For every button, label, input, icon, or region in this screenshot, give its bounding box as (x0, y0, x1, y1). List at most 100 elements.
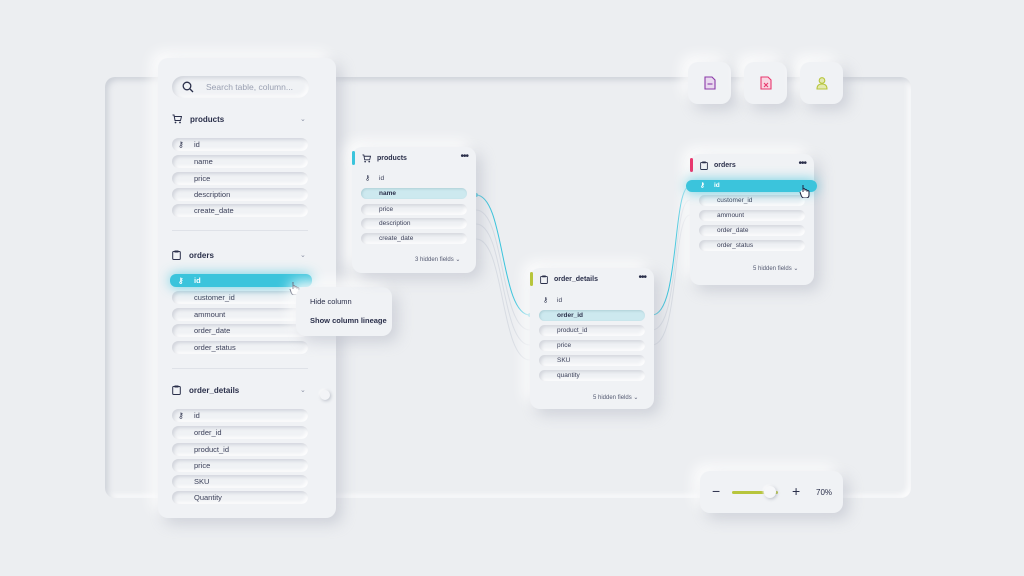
field-label: description (194, 190, 231, 199)
field-row[interactable]: ammount (172, 308, 308, 321)
hidden-fields-label: 3 hidden fields (415, 257, 454, 263)
field-row[interactable]: price (539, 340, 645, 351)
group-products[interactable]: products ⌄ (172, 114, 306, 124)
field-row-selected[interactable]: ⚷ id (686, 180, 817, 192)
field-row[interactable]: SKU (172, 475, 308, 488)
field-row-selected[interactable]: order_id (539, 310, 645, 321)
field-row[interactable]: order_status (172, 341, 308, 354)
chevron-down-icon[interactable]: ⌄ (300, 386, 306, 394)
cart-icon (362, 154, 371, 163)
card-title: order_details (540, 275, 598, 284)
chevron-down-icon[interactable]: ⌄ (300, 115, 306, 123)
chevron-down-icon: ⌄ (633, 395, 639, 401)
more-options-icon[interactable]: ••• (638, 272, 646, 283)
group-title-products: products (190, 114, 225, 124)
menu-item-hide-column[interactable]: Hide column (310, 297, 352, 306)
field-row[interactable]: ⚷ id (172, 409, 308, 422)
clipboard-icon (540, 275, 548, 284)
field-label: SKU (194, 477, 210, 486)
more-options-icon[interactable]: ••• (798, 158, 806, 169)
menu-item-show-lineage[interactable]: Show column lineage (310, 316, 387, 325)
field-label: product_id (194, 445, 230, 454)
file-delete-icon (759, 76, 772, 90)
field-label: ammount (194, 310, 226, 319)
group-order-details[interactable]: order_details ⌄ (172, 385, 306, 395)
field-label: order_id (557, 312, 584, 319)
search-input[interactable]: Search table, column... (172, 76, 309, 98)
table-color-bar (690, 158, 693, 172)
table-color-bar (530, 272, 533, 286)
field-label: order_id (194, 428, 222, 437)
field-label: name (379, 190, 396, 197)
field-label: Quantity (194, 493, 222, 502)
search-placeholder: Search table, column... (206, 82, 293, 92)
table-card-order-details[interactable]: order_details ••• ⚷ id order_id product_i… (530, 268, 654, 409)
field-row[interactable]: ammount (699, 210, 805, 221)
field-row[interactable]: create_date (361, 233, 467, 244)
field-label: id (194, 140, 200, 149)
field-row-selected[interactable]: name (361, 188, 467, 199)
group-title-order-details: order_details (189, 385, 240, 395)
field-label: price (194, 461, 211, 470)
field-row[interactable]: quantity (539, 370, 645, 381)
field-label: id (194, 411, 200, 420)
field-label: ammount (717, 212, 745, 219)
field-row[interactable]: ⚷ id (172, 138, 308, 151)
file-button[interactable] (688, 62, 731, 104)
field-row[interactable]: name (172, 155, 308, 168)
field-row[interactable]: price (172, 172, 308, 185)
clipboard-icon (172, 385, 181, 395)
field-row[interactable]: Quantity (172, 491, 308, 504)
field-row[interactable]: product_id (539, 325, 645, 336)
zoom-out-button[interactable]: − (712, 483, 720, 499)
field-row[interactable]: price (361, 204, 467, 215)
zoom-in-button[interactable]: + (792, 483, 800, 499)
field-row[interactable]: price (172, 459, 308, 472)
field-row[interactable]: SKU (539, 355, 645, 366)
key-icon: ⚷ (178, 276, 184, 285)
field-label: order_status (717, 242, 754, 249)
field-row[interactable]: customer_id (699, 195, 805, 206)
file-delete-button[interactable] (744, 62, 787, 104)
field-row[interactable]: customer_id (172, 291, 308, 304)
clipboard-icon (172, 250, 181, 260)
card-title: products (362, 154, 407, 163)
zoom-slider-handle[interactable] (764, 486, 776, 498)
field-label: id (379, 175, 385, 182)
hand-cursor-icon (799, 185, 810, 198)
lineage-connections (474, 184, 692, 361)
field-row[interactable]: product_id (172, 443, 308, 456)
field-label: id (714, 182, 720, 189)
field-row[interactable]: ⚷ id (361, 173, 467, 184)
field-label: price (194, 174, 211, 183)
chevron-down-icon[interactable]: ⌄ (300, 251, 306, 259)
field-label: price (557, 342, 572, 349)
more-options-icon[interactable]: ••• (460, 151, 468, 162)
hidden-fields-toggle[interactable]: 3 hidden fields ⌄ (415, 256, 460, 263)
field-label: order_status (194, 343, 236, 352)
field-row[interactable]: description (172, 188, 308, 201)
field-row[interactable]: order_date (172, 324, 308, 337)
field-label: id (557, 297, 563, 304)
field-row[interactable]: order_date (699, 225, 805, 236)
table-card-products[interactable]: products ••• ⚷ id name price description … (352, 147, 476, 273)
field-label: customer_id (717, 197, 753, 204)
hidden-fields-toggle[interactable]: 5 hidden fields ⌄ (753, 265, 798, 272)
field-row[interactable]: ⚷ id (539, 295, 645, 306)
field-row[interactable]: order_id (172, 426, 308, 439)
hidden-fields-label: 5 hidden fields (753, 266, 792, 272)
group-orders[interactable]: orders ⌄ (172, 250, 306, 260)
chevron-down-icon: ⌄ (793, 266, 799, 272)
user-button[interactable] (800, 62, 843, 104)
field-row[interactable]: create_date (172, 204, 308, 217)
field-label: order_date (717, 227, 749, 234)
group-title-orders: orders (189, 250, 214, 260)
field-label: name (194, 157, 213, 166)
field-label: order_date (194, 326, 231, 335)
field-label: description (379, 220, 411, 227)
scrollbar-thumb[interactable] (320, 390, 330, 400)
hidden-fields-toggle[interactable]: 5 hidden fields ⌄ (593, 394, 638, 401)
field-row[interactable]: description (361, 218, 467, 229)
table-card-orders[interactable]: orders ••• customer_id ammount order_dat… (690, 154, 814, 285)
field-row[interactable]: order_status (699, 240, 805, 251)
